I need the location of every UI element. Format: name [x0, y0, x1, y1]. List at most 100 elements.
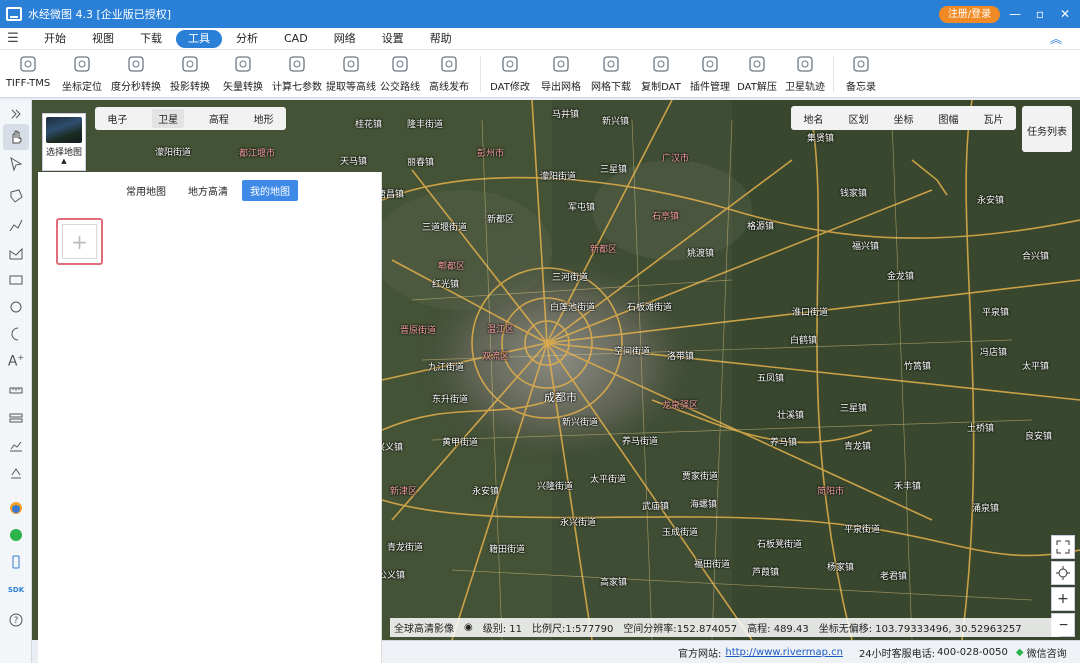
select-arrow-icon[interactable]	[6, 154, 26, 174]
locate-icon[interactable]	[1051, 561, 1075, 585]
tool-tiff-tms[interactable]: TIFF-TMS	[0, 50, 56, 98]
tool-dat-unzip[interactable]: DAT解压	[733, 50, 781, 98]
draw-polygon-icon[interactable]	[6, 186, 26, 206]
green-app-icon[interactable]	[6, 525, 26, 545]
map-place-label: 玉成街道	[662, 528, 699, 538]
map-place-label: 红光镇	[432, 280, 460, 290]
map-place-label: 温江区	[487, 325, 515, 335]
tool-export-grid[interactable]: 导出网格	[535, 50, 587, 98]
map-place-label: 白鹤镇	[790, 336, 818, 346]
tool-bus-route[interactable]: 公交路线	[378, 50, 422, 98]
bus-route-icon	[390, 54, 410, 74]
copy-dat-icon	[651, 54, 671, 74]
rectangle-icon[interactable]	[6, 270, 26, 290]
sdk-icon[interactable]: SDK	[6, 580, 26, 600]
website-link[interactable]: http://www.rivermap.cn	[725, 647, 843, 658]
tool-satellite-orbit[interactable]: 卫星轨迹	[781, 50, 829, 98]
layer-stack-icon[interactable]	[6, 408, 26, 428]
task-list-button[interactable]: 任务列表	[1022, 106, 1072, 152]
map-place-label: 贾家街道	[682, 472, 719, 482]
circle-icon[interactable]	[6, 297, 26, 317]
tool-copy-dat[interactable]: 复制DAT	[635, 50, 687, 98]
menu-2[interactable]: 下载	[128, 30, 174, 48]
map-type-switch: 电子 卫星 高程 地形	[95, 107, 286, 130]
level-label: 级别:	[482, 624, 507, 635]
zoom-in-button[interactable]: +	[1051, 587, 1075, 611]
tool-plugin[interactable]: 插件管理	[687, 50, 733, 98]
map-place-label: 黄甲街道	[442, 438, 479, 448]
phone-icon[interactable]	[6, 552, 26, 572]
add-map-button[interactable]: +	[56, 218, 103, 265]
layer-toggle-1[interactable]: 区划	[849, 111, 869, 126]
left-tool-bar: A+ SDK ?	[0, 100, 32, 663]
crescent-icon[interactable]	[6, 324, 26, 344]
panel-tab-0[interactable]: 常用地图	[118, 180, 174, 201]
tool-locate-target[interactable]: 坐标定位	[56, 50, 108, 98]
menu-3[interactable]: 工具	[176, 29, 222, 48]
pan-hand-icon[interactable]	[3, 124, 29, 150]
wechat-consult-link[interactable]: 微信咨询	[1027, 645, 1067, 660]
hamburger-menu-icon[interactable]: ☰	[0, 31, 26, 46]
login-button[interactable]: 注册/登录	[939, 6, 1000, 23]
map-place-label: 三星镇	[840, 404, 868, 414]
map-type-0[interactable]: 电子	[107, 111, 127, 126]
map-place-label: 新都区	[487, 215, 515, 225]
map-place-label: 白莲池街道	[550, 303, 596, 313]
print-icon[interactable]	[6, 464, 26, 484]
measure-area-icon[interactable]	[6, 244, 26, 264]
layer-toggle-0[interactable]: 地名	[804, 111, 824, 126]
map-place-label: 涌泉镇	[972, 504, 1000, 514]
menu-4[interactable]: 分析	[224, 30, 270, 48]
expand-left-icon[interactable]	[6, 104, 26, 124]
tool-label: 计算七参数	[272, 82, 322, 93]
tool-dms-convert[interactable]: 度分秒转换	[108, 50, 164, 98]
text-annotation-icon[interactable]: A+	[6, 351, 26, 371]
map-place-label: 郫都区	[438, 262, 466, 272]
select-map-button[interactable]: 选择地图 ▲	[42, 113, 86, 171]
map-type-3[interactable]: 地形	[254, 111, 274, 126]
tool-memo[interactable]: 备忘录	[838, 50, 884, 98]
dat-unzip-icon	[747, 54, 767, 74]
layer-toggle-2[interactable]: 坐标	[894, 111, 914, 126]
menu-5[interactable]: CAD	[272, 30, 320, 48]
menu-6[interactable]: 网络	[322, 30, 368, 48]
panel-tab-1[interactable]: 地方高清	[180, 180, 236, 201]
satellite-orbit-icon	[795, 54, 815, 74]
menu-0[interactable]: 开始	[32, 30, 78, 48]
layer-toggle-4[interactable]: 瓦片	[984, 111, 1004, 126]
elevation-profile-icon[interactable]	[6, 436, 26, 456]
phone-label: 24小时客服电话:	[858, 648, 936, 660]
seven-params-icon	[287, 54, 307, 74]
ruler-icon[interactable]	[6, 380, 26, 400]
menu-7[interactable]: 设置	[370, 30, 416, 48]
map-place-label: 彭州市	[477, 149, 505, 159]
layer-toggle-3[interactable]: 图幅	[939, 111, 959, 126]
map-place-label: 双流区	[482, 352, 510, 362]
help-icon[interactable]: ?	[6, 610, 26, 630]
logo-app-icon[interactable]	[6, 498, 26, 518]
close-icon[interactable]: ✕	[1056, 4, 1074, 24]
map-place-label: 濛阳街道	[155, 148, 192, 158]
fullscreen-icon[interactable]	[1051, 535, 1075, 559]
tool-label: 提取等高线	[326, 82, 376, 93]
tool-projection-convert[interactable]: 投影转换	[164, 50, 216, 98]
menu-8[interactable]: 帮助	[418, 30, 464, 48]
panel-tab-2[interactable]: 我的地图	[242, 180, 298, 201]
map-place-label: 新兴镇	[602, 117, 630, 127]
collapse-ribbon-icon[interactable]: ︽	[1050, 30, 1062, 47]
tool-publish[interactable]: 高线发布	[422, 50, 476, 98]
scale-label: 比例尺:	[532, 624, 566, 635]
draw-line-icon[interactable]	[6, 216, 26, 236]
tool-dat-edit[interactable]: DAT修改	[485, 50, 535, 98]
menu-1[interactable]: 视图	[80, 30, 126, 48]
minimize-icon[interactable]: —	[1006, 4, 1024, 24]
tool-vector-convert[interactable]: 矢量转换	[216, 50, 270, 98]
map-type-2[interactable]: 高程	[209, 111, 229, 126]
map-type-1[interactable]: 卫星	[152, 109, 185, 128]
resolution-label: 空间分辨率:	[623, 624, 677, 635]
eye-icon[interactable]: ◉	[464, 622, 473, 633]
tool-seven-params[interactable]: 计算七参数	[270, 50, 324, 98]
tool-contour-extract[interactable]: 提取等高线	[324, 50, 378, 98]
maximize-icon[interactable]: ▫	[1031, 4, 1049, 24]
tool-grid-download[interactable]: 网格下载	[587, 50, 635, 98]
